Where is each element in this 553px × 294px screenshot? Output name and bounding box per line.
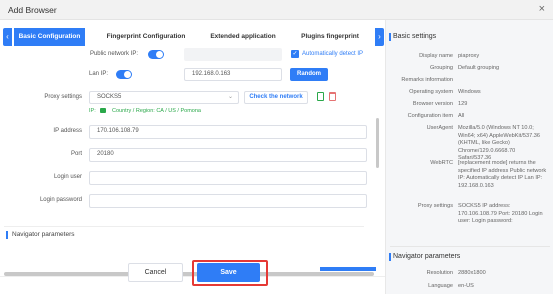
lan-ip-field[interactable]: 192.168.0.163 — [184, 68, 282, 81]
option-button-partial[interactable] — [320, 267, 376, 271]
navigator-section-title: Navigator parameters — [12, 231, 75, 238]
proxy-type-value: SOCKS5 — [97, 94, 122, 100]
summary-key: WebRTC — [430, 160, 453, 166]
summary-value: 2880x1800 — [458, 270, 486, 276]
window-title: Add Browser — [8, 5, 57, 15]
proxy-type-select[interactable]: SOCKS5 ⌄ — [89, 91, 239, 104]
vertical-scrollbar[interactable] — [376, 118, 379, 168]
login-user-field[interactable] — [89, 171, 367, 185]
summary-key: Language — [428, 283, 453, 289]
ip-info-prefix: IP: — [89, 108, 96, 114]
summary-value: 129 — [458, 101, 468, 107]
summary-key: UserAgent — [426, 125, 453, 131]
auto-detect-checkbox[interactable]: ✓ — [291, 50, 299, 58]
copy-icon[interactable] — [317, 92, 324, 101]
public-ip-toggle[interactable] — [148, 50, 164, 59]
login-user-label: Login user — [53, 174, 82, 180]
summary-value: Default grouping — [458, 65, 500, 71]
summary-key: Resolution — [426, 270, 453, 276]
close-icon[interactable]: × — [539, 3, 545, 15]
basic-config-form: Public network IP: ✓ Automatically detec… — [0, 48, 385, 254]
basic-settings-title: Basic settings — [393, 33, 437, 40]
navigator-params-title: Navigator parameters — [393, 253, 461, 260]
summary-value: piaproxy — [458, 53, 480, 59]
proxy-settings-label: Proxy settings — [44, 94, 82, 100]
summary-key: Operating system — [409, 89, 453, 95]
public-ip-field[interactable] — [184, 48, 282, 61]
flag-icon — [100, 108, 106, 113]
tab-scroll-left-icon[interactable]: ‹ — [3, 28, 12, 46]
title-bar: Add Browser × — [0, 0, 553, 20]
login-password-label: Login password — [39, 197, 82, 203]
summary-key: Proxy settings — [417, 203, 453, 209]
delete-icon[interactable] — [329, 92, 336, 101]
summary-key: Browser version — [412, 101, 453, 107]
summary-value: Mozilla/5.0 (Windows NT 10.0; Win64; x64… — [458, 125, 540, 162]
tab-bar: ‹ Basic Configuration Fingerprint Config… — [0, 28, 385, 46]
lan-ip-toggle[interactable] — [116, 70, 132, 79]
cancel-button[interactable]: Cancel — [128, 263, 183, 282]
port-field[interactable]: 20180 — [89, 148, 367, 162]
random-button[interactable]: Random — [290, 68, 328, 81]
tab-extended-application[interactable]: Extended application — [200, 28, 286, 46]
login-password-field[interactable] — [89, 194, 367, 208]
check-network-button[interactable]: Check the network — [244, 91, 308, 104]
config-panel: ‹ Basic Configuration Fingerprint Config… — [0, 20, 385, 294]
summary-value: [replacement mode] returns the specified… — [458, 160, 547, 189]
auto-detect-label: Automatically detect IP — [302, 51, 364, 57]
summary-key: Grouping — [429, 65, 453, 71]
tab-fingerprint-configuration[interactable]: Fingerprint Configuration — [96, 28, 196, 46]
save-button[interactable]: Save — [197, 263, 260, 282]
tab-basic-configuration[interactable]: Basic Configuration — [14, 28, 85, 46]
summary-value: Windows — [458, 89, 481, 95]
ip-address-field[interactable]: 170.106.108.79 — [89, 125, 367, 139]
summary-key: Configuration item — [407, 113, 453, 119]
ip-address-label: IP address — [53, 128, 82, 134]
section-accent — [389, 33, 391, 41]
summary-value: SOCKS5 IP address: 170.106.108.79 Port: … — [458, 203, 543, 225]
summary-value: en-US — [458, 283, 474, 289]
tab-scroll-right-icon[interactable]: › — [375, 28, 384, 46]
section-accent — [6, 231, 8, 239]
lan-ip-label: Lan IP: — [88, 71, 108, 77]
section-divider — [4, 226, 364, 227]
summary-key: Remarks information — [401, 77, 453, 83]
summary-value: All — [458, 113, 465, 119]
ip-info-region: Country / Region: CA / US / Pomona — [112, 108, 201, 114]
tab-plugins-fingerprint[interactable]: Plugins fingerprint — [290, 28, 370, 46]
port-label: Port — [70, 151, 82, 157]
public-ip-label: Public network IP: — [89, 51, 138, 57]
summary-divider — [390, 246, 550, 247]
section-accent — [389, 253, 391, 261]
summary-panel: Basic settings Display name piaproxy Gro… — [385, 20, 553, 294]
chevron-down-icon: ⌄ — [227, 94, 233, 100]
summary-key: Display name — [419, 53, 453, 59]
